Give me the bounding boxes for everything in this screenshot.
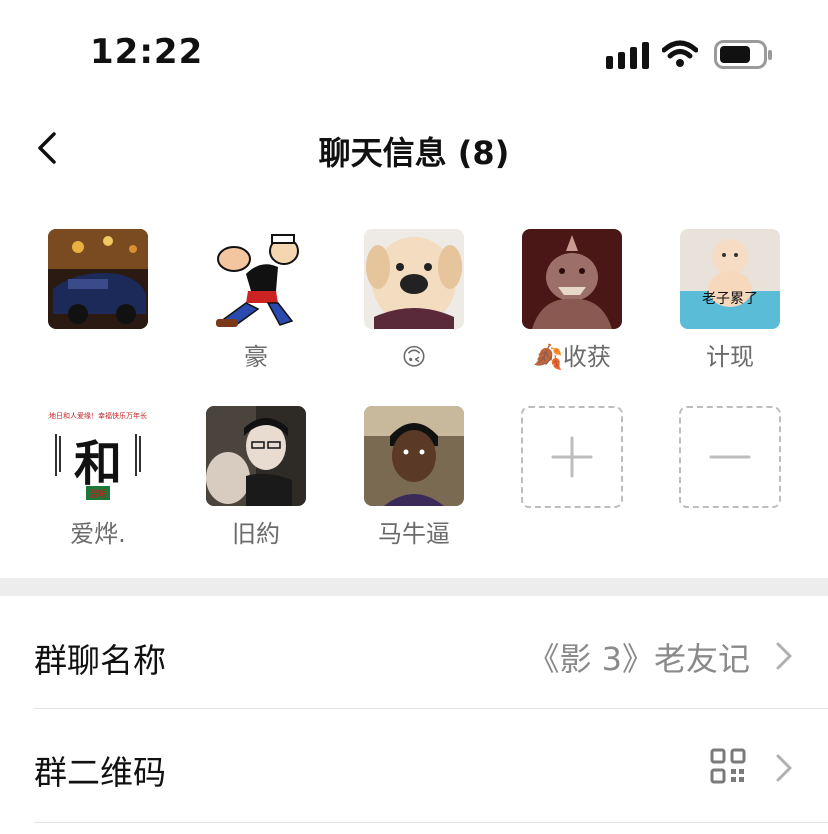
minus-icon: [709, 455, 751, 459]
member-item[interactable]: 天地日和人爱缘！幸福快乐万年长！ 和 温暖 爱烨.: [38, 406, 158, 550]
member-name: 旧約: [232, 520, 280, 548]
popeye-cartoon-avatar[interactable]: [206, 229, 306, 329]
member-item[interactable]: 🍂收获: [512, 229, 632, 373]
qr-code-icon: [710, 748, 746, 784]
member-item[interactable]: [38, 229, 158, 373]
baby-avatar[interactable]: 老子累了: [680, 229, 780, 329]
face-photo-avatar[interactable]: [364, 406, 464, 506]
member-name: 🍂收获: [533, 343, 611, 371]
add-member-box[interactable]: [521, 406, 623, 508]
avatar-caption: 天地日和人爱缘！幸福快乐万年长！: [48, 411, 148, 420]
status-bar: 12:22: [0, 0, 828, 110]
section-divider: [0, 578, 828, 596]
car-photo-avatar[interactable]: [48, 229, 148, 329]
battery-icon: [714, 40, 772, 69]
member-item[interactable]: 旧約: [196, 406, 316, 550]
member-name: 计现: [706, 343, 754, 371]
member-item[interactable]: 马牛逼: [354, 406, 474, 550]
member-grid: 豪 🙃 🍂收获 老子累了 计现 地日和人爱缘！幸福快乐万年长 和 温暖 爱烨. …: [0, 215, 828, 575]
member-item[interactable]: 🙃: [354, 229, 474, 373]
plus-icon: [551, 436, 593, 478]
cellular-signal-icon: [606, 42, 649, 69]
member-name: 豪: [244, 343, 268, 371]
row-divider: [34, 708, 828, 709]
row-divider: [34, 822, 828, 823]
member-name: 马牛逼: [378, 520, 450, 548]
add-member-button[interactable]: [512, 406, 632, 508]
chevron-right-icon: [776, 642, 792, 670]
group-name-label: 群聊名称: [34, 641, 166, 680]
member-item[interactable]: 豪: [196, 229, 316, 373]
group-name-value: 《影 3》老友记: [527, 640, 750, 678]
group-qr-row[interactable]: 群二维码: [34, 710, 828, 822]
status-time: 12:22: [90, 32, 204, 72]
chevron-right-icon: [776, 754, 792, 782]
calligraphy-avatar[interactable]: 天地日和人爱缘！幸福快乐万年长！ 和 温暖: [48, 406, 148, 506]
monster-avatar[interactable]: [522, 229, 622, 329]
nav-bar: 聊天信息 (8): [0, 110, 828, 190]
person-photo-avatar[interactable]: [206, 406, 306, 506]
avatar-caption: 老子累了: [702, 291, 758, 307]
page-title: 聊天信息 (8): [318, 134, 510, 172]
member-item[interactable]: 老子累了 计现: [670, 229, 790, 373]
member-name: [38, 341, 158, 373]
member-name: 爱烨.: [70, 520, 126, 548]
avatar-caption: 温暖: [89, 488, 107, 500]
puppy-avatar[interactable]: [364, 229, 464, 329]
group-qr-label: 群二维码: [34, 753, 166, 792]
remove-member-button[interactable]: [670, 406, 790, 508]
group-name-row[interactable]: 群聊名称 《影 3》老友记: [34, 598, 828, 710]
wifi-icon: [662, 40, 698, 67]
avatar-caption: 和: [74, 436, 122, 492]
member-name: 🙃: [401, 343, 427, 371]
remove-member-box[interactable]: [679, 406, 781, 508]
